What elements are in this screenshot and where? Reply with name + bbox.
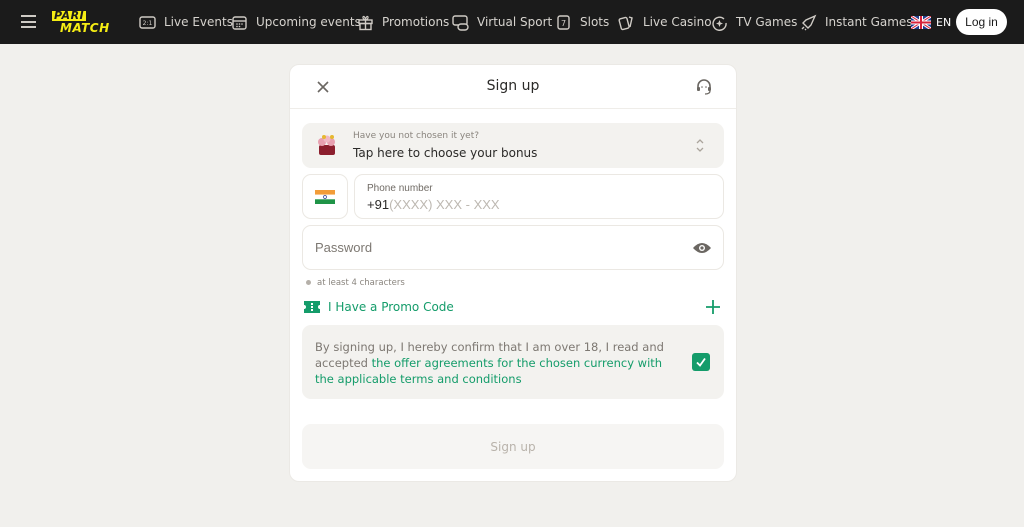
scoreboard-icon: 2:1 xyxy=(139,15,156,29)
parimatch-logo[interactable]: PARI MATCH xyxy=(52,10,110,34)
nav-label: Promotions xyxy=(382,15,450,29)
gift-box-bonus-icon xyxy=(318,135,335,155)
uk-flag-icon xyxy=(911,15,931,29)
nav-label: Live Events xyxy=(164,15,233,29)
gift-icon xyxy=(358,15,373,30)
nav-live-events[interactable]: 2:1 Live Events xyxy=(139,0,233,44)
nav-label: TV Games xyxy=(736,15,798,29)
login-button[interactable]: Log in xyxy=(956,9,1007,35)
phone-number-input[interactable]: Phone number +91(XXXX) XXX - XXX xyxy=(354,174,724,219)
svg-text:2:1: 2:1 xyxy=(143,20,153,27)
eye-icon[interactable] xyxy=(692,241,712,255)
cards-icon xyxy=(618,15,633,30)
nav-virtual-sport[interactable]: Virtual Sport xyxy=(452,0,552,44)
nav-label: Upcoming events xyxy=(256,15,361,29)
agreement-box: By signing up, I hereby confirm that I a… xyxy=(302,325,724,399)
bonus-label: Tap here to choose your bonus xyxy=(353,146,538,160)
ticket-icon xyxy=(304,301,320,313)
nav-tv-games[interactable]: TV Games xyxy=(711,0,797,44)
sparkle-circle-icon xyxy=(712,16,727,31)
signup-modal: Sign up Have you not chosen it yet? Tap … xyxy=(289,64,737,482)
svg-text:7: 7 xyxy=(561,19,566,28)
modal-title: Sign up xyxy=(486,78,540,94)
nav-label: Instant Games xyxy=(825,15,913,29)
phone-value: +91(XXXX) XXX - XXX xyxy=(367,197,500,212)
india-flag-icon xyxy=(315,190,335,204)
agreement-text: By signing up, I hereby confirm that I a… xyxy=(315,340,664,386)
agreement-checkbox[interactable] xyxy=(692,353,710,371)
modal-header: Sign up xyxy=(290,65,736,109)
country-code-selector[interactable] xyxy=(302,174,348,219)
checkmark-icon xyxy=(696,357,706,367)
nav-live-casino[interactable]: Live Casino xyxy=(618,0,712,44)
nav-promotions[interactable]: Promotions xyxy=(357,0,449,44)
bonus-hint: Have you not chosen it yet? xyxy=(353,131,480,141)
chevron-up-down-icon xyxy=(696,139,704,152)
nav-slots[interactable]: 7 Slots xyxy=(555,0,609,44)
nav-label: Virtual Sport xyxy=(477,15,553,29)
promo-code-label: I Have a Promo Code xyxy=(328,300,454,314)
nav-label: Slots xyxy=(580,15,610,29)
gamepad-screen-icon xyxy=(452,14,469,31)
password-input[interactable]: Password xyxy=(302,225,724,270)
phone-label: Phone number xyxy=(367,183,433,194)
nav-upcoming-events[interactable]: Upcoming events xyxy=(231,0,361,44)
hint-bullet xyxy=(306,280,311,285)
password-hint: at least 4 characters xyxy=(317,278,405,288)
password-placeholder: Password xyxy=(315,240,373,255)
nav-label: Live Casino xyxy=(643,15,712,29)
hamburger-menu-icon[interactable] xyxy=(21,15,36,28)
plus-icon[interactable] xyxy=(706,300,720,314)
rocket-icon xyxy=(801,14,817,30)
language-selector[interactable]: EN xyxy=(911,0,951,44)
signup-submit-button[interactable]: Sign up xyxy=(302,424,724,469)
bonus-selector[interactable]: Have you not chosen it yet? Tap here to … xyxy=(302,123,724,168)
calendar-icon xyxy=(232,15,247,30)
language-label: EN xyxy=(936,15,952,29)
support-headset-icon[interactable] xyxy=(695,78,713,96)
slot-seven-icon: 7 xyxy=(557,14,570,30)
promo-code-toggle[interactable]: I Have a Promo Code xyxy=(303,300,454,314)
top-navbar: PARI MATCH 2:1 Live Events Upcoming events… xyxy=(0,0,1024,44)
nav-instant-games[interactable]: Instant Games xyxy=(800,0,913,44)
